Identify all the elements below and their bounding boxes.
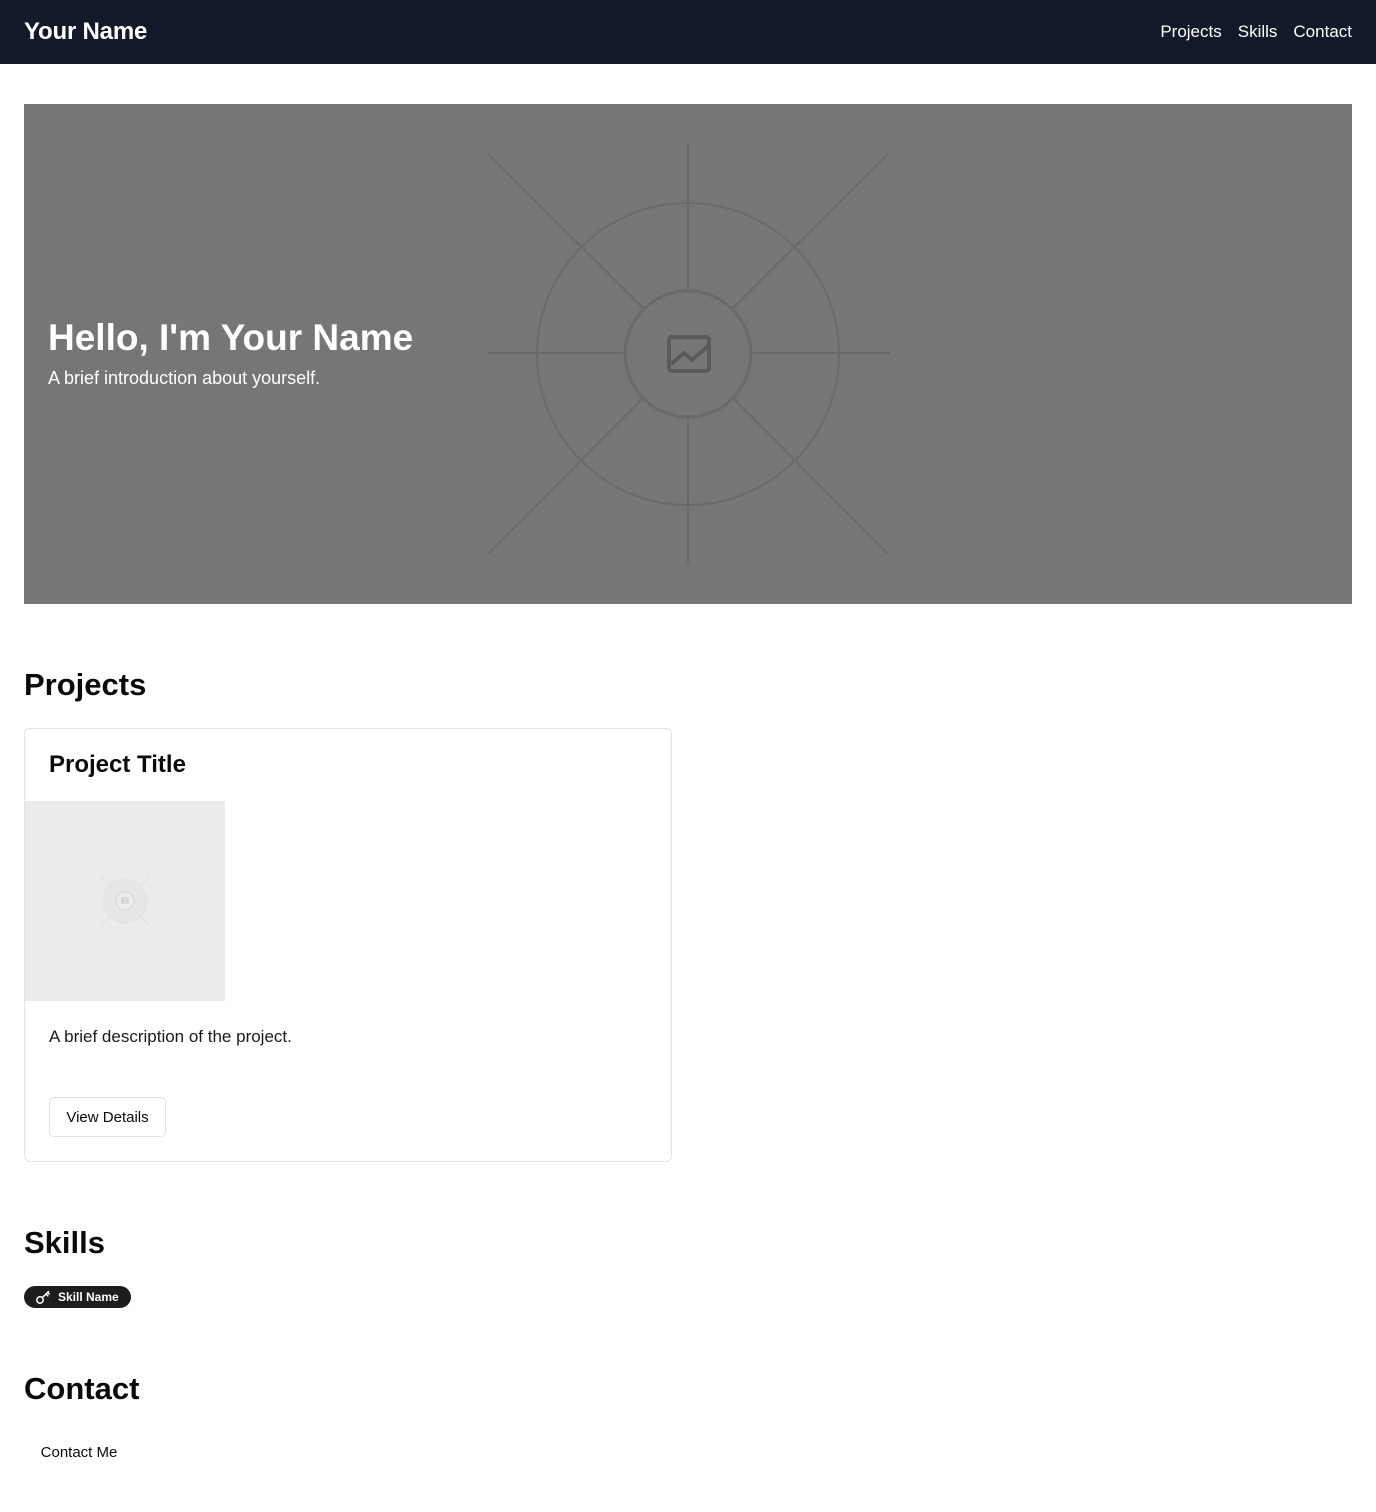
skill-badge: Skill Name — [24, 1286, 131, 1308]
nav-links: Projects Skills Contact — [1160, 22, 1352, 42]
hero-title: Hello, I'm Your Name — [48, 317, 414, 358]
view-details-button[interactable]: View Details — [49, 1097, 166, 1137]
hero-text: Hello, I'm Your Name A brief introductio… — [48, 316, 413, 389]
hero-banner: Hello, I'm Your Name A brief introductio… — [24, 104, 1352, 604]
contact-heading: Contact — [24, 1371, 140, 1406]
nav-link-contact[interactable]: Contact — [1293, 22, 1352, 42]
nav-link-projects[interactable]: Projects — [1160, 22, 1221, 42]
project-title: Project Title — [49, 751, 186, 778]
brand-name[interactable]: Your Name — [24, 18, 147, 46]
projects-heading: Projects — [24, 667, 147, 702]
nav-link-skills[interactable]: Skills — [1238, 22, 1278, 42]
key-icon — [36, 1290, 50, 1304]
project-card: Project Title A brief description of the… — [24, 728, 672, 1162]
skill-label: Skill Name — [58, 1290, 119, 1304]
skills-heading: Skills — [24, 1225, 105, 1260]
navbar: Your Name Projects Skills Contact — [0, 0, 1376, 64]
project-image-placeholder — [25, 801, 225, 1001]
hero-subtitle: A brief introduction about yourself. — [48, 368, 321, 388]
image-placeholder-icon — [667, 335, 711, 373]
contact-me-button[interactable]: Contact Me — [24, 1432, 134, 1472]
project-description: A brief description of the project. — [49, 1027, 292, 1046]
